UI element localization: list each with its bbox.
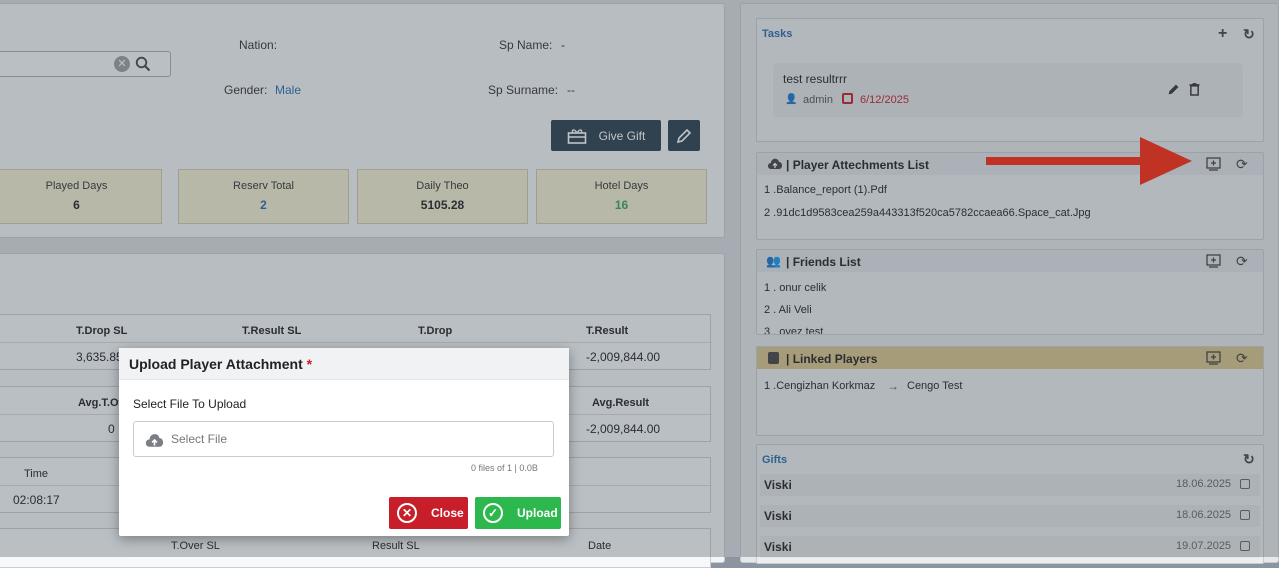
- field-label: Select File To Upload: [133, 397, 247, 411]
- cloud-upload-icon: [145, 434, 164, 447]
- upload-button[interactable]: ✓ Upload: [475, 497, 561, 529]
- upload-label: Upload: [517, 506, 558, 520]
- modal-header: Upload Player Attachment *: [119, 348, 569, 380]
- file-select-input[interactable]: Select File: [133, 421, 554, 457]
- close-icon: ✕: [397, 503, 417, 523]
- modal-title: Upload Player Attachment *: [129, 356, 313, 372]
- file-placeholder: Select File: [171, 432, 228, 446]
- upload-attachment-modal: Upload Player Attachment * Select File T…: [119, 348, 569, 536]
- close-button[interactable]: ✕ Close: [389, 497, 468, 529]
- file-info: 0 files of 1 | 0.0B: [471, 463, 538, 473]
- check-icon: ✓: [483, 503, 503, 523]
- required-mark: *: [306, 356, 313, 372]
- close-label: Close: [431, 506, 464, 520]
